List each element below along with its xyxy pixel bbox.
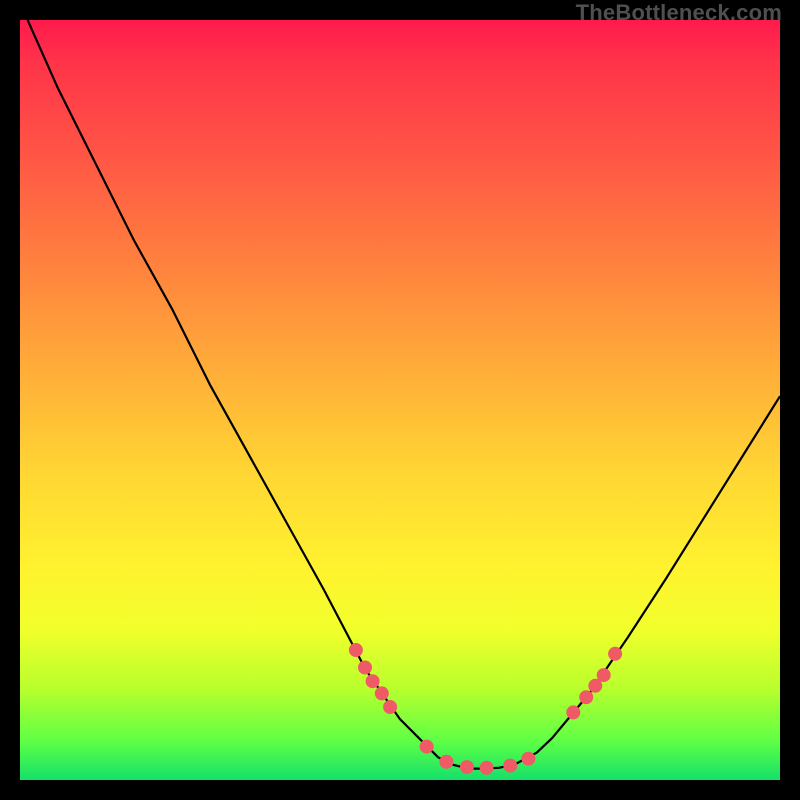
curve-marker <box>567 706 580 719</box>
curve-marker <box>589 679 602 692</box>
curve-marker <box>480 761 493 774</box>
curve-marker <box>609 647 622 660</box>
curve-marker <box>384 701 397 714</box>
chart-stage: TheBottleneck.com <box>0 0 800 800</box>
curve-marker <box>597 669 610 682</box>
curve-marker <box>440 755 453 768</box>
curve-marker-group <box>349 644 621 775</box>
curve-marker <box>375 687 388 700</box>
curve-marker <box>504 759 517 772</box>
curve-marker <box>522 752 535 765</box>
curve-marker <box>349 644 362 657</box>
curve-marker <box>460 761 473 774</box>
curve-marker <box>359 661 372 674</box>
curve-layer <box>20 20 780 780</box>
curve-marker <box>420 740 433 753</box>
curve-marker <box>580 691 593 704</box>
bottleneck-curve <box>28 20 780 769</box>
curve-marker <box>366 675 379 688</box>
